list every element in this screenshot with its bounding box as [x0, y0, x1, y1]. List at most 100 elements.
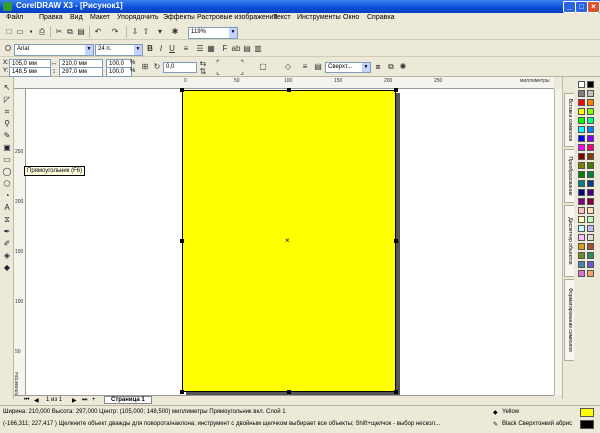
palette-swatch[interactable] [587, 243, 594, 250]
palette-swatch[interactable] [587, 180, 594, 187]
palette-swatch[interactable] [587, 216, 594, 223]
palette-swatch[interactable] [578, 135, 585, 142]
palette-swatch[interactable] [578, 162, 585, 169]
edit-text-icon[interactable]: ab [231, 44, 241, 54]
cut-icon[interactable]: ✂ [54, 27, 64, 37]
menu-help[interactable]: Справка [367, 14, 394, 21]
next-page-icon[interactable]: ▶ [72, 397, 77, 404]
palette-swatch[interactable] [587, 81, 594, 88]
menu-view[interactable]: Вид [70, 14, 83, 21]
redo-icon[interactable]: ↷ [110, 27, 120, 37]
convert-curves-icon[interactable]: ◇ [283, 62, 293, 72]
outline-tool-icon[interactable]: ✐ [2, 239, 12, 249]
palette-swatch[interactable] [587, 171, 594, 178]
vertical-text-icon[interactable]: ▥ [253, 44, 263, 54]
selection-handle[interactable] [287, 88, 291, 92]
outline-color-swatch[interactable] [580, 420, 594, 429]
horizontal-ruler[interactable]: 0 50 100 150 200 250 миллиметры [14, 77, 554, 89]
chevron-down-icon[interactable]: ▼ [229, 28, 237, 38]
app-launcher-icon[interactable]: ▾ [155, 27, 165, 37]
print-icon[interactable]: ⎙ [37, 27, 47, 37]
last-page-icon[interactable]: ⏭ [82, 397, 87, 404]
outline-width-icon[interactable]: ≡ [300, 62, 310, 72]
format-text-icon[interactable]: F [220, 44, 230, 54]
wrap-text-icon[interactable]: ▤ [313, 62, 323, 72]
copy-icon[interactable]: ⧉ [65, 27, 75, 37]
palette-swatch[interactable] [587, 261, 594, 268]
palette-swatch[interactable] [578, 180, 585, 187]
lock-ratio-icon[interactable]: ⊞ [140, 62, 150, 72]
mirror-vertical-icon[interactable]: ⇅ [198, 67, 208, 77]
palette-swatch[interactable] [587, 162, 594, 169]
rectangle-tool-icon[interactable]: ▭ [2, 155, 12, 165]
palette-swatch[interactable] [578, 117, 585, 124]
to-back-icon[interactable]: ⧉ [386, 62, 396, 72]
scale-height-field[interactable]: 100,0 [106, 67, 132, 77]
vertical-scrollbar[interactable] [554, 89, 562, 395]
zoom-level-select[interactable]: 119% ▼ [188, 27, 238, 39]
palette-swatch[interactable] [587, 207, 594, 214]
first-page-icon[interactable]: ⏮ [24, 397, 29, 404]
chevron-down-icon[interactable]: ▼ [134, 45, 142, 55]
close-button[interactable]: × [587, 1, 600, 13]
palette-swatch[interactable] [587, 90, 594, 97]
italic-icon[interactable]: I [156, 44, 166, 54]
palette-swatch[interactable] [578, 144, 585, 151]
align-icon[interactable]: ≡ [181, 44, 191, 54]
page-tab[interactable]: Страница 1 [104, 396, 152, 404]
palette-swatch[interactable] [587, 126, 594, 133]
vertical-ruler[interactable]: 250 200 150 100 50 миллиметры [14, 89, 26, 402]
menu-arrange[interactable]: Упорядочить [117, 14, 159, 21]
palette-swatch[interactable] [587, 225, 594, 232]
save-icon[interactable]: ▪ [26, 27, 36, 37]
menu-edit[interactable]: Правка [39, 14, 63, 21]
to-front-icon[interactable]: ⧈ [373, 62, 383, 72]
selection-handle[interactable] [287, 390, 291, 394]
palette-swatch[interactable] [578, 153, 585, 160]
palette-swatch[interactable] [578, 252, 585, 259]
export-icon[interactable]: ⇧ [141, 27, 151, 37]
selection-handle[interactable] [394, 390, 398, 394]
add-page-icon[interactable]: + [92, 397, 96, 403]
palette-swatch[interactable] [578, 108, 585, 115]
bold-icon[interactable]: B [145, 44, 155, 54]
y-position-field[interactable]: 148,5 мм [9, 67, 51, 77]
selection-handle[interactable] [394, 88, 398, 92]
palette-swatch[interactable] [578, 126, 585, 133]
palette-swatch[interactable] [587, 117, 594, 124]
polygon-tool-icon[interactable]: ⬠ [2, 179, 12, 189]
bullet-list-icon[interactable]: ☰ [195, 44, 205, 54]
menu-tools[interactable]: Инструменты [297, 14, 341, 21]
selection-handle[interactable] [180, 390, 184, 394]
palette-swatch[interactable] [587, 108, 594, 115]
chevron-down-icon[interactable]: ▼ [362, 63, 370, 72]
palette-swatch[interactable] [587, 153, 594, 160]
undo-icon[interactable]: ↶ [93, 27, 103, 37]
palette-swatch[interactable] [578, 99, 585, 106]
shape-tool-icon[interactable]: ◸ [2, 95, 12, 105]
palette-swatch[interactable] [578, 243, 585, 250]
import-icon[interactable]: ⇩ [130, 27, 140, 37]
fill-tool-icon[interactable]: ◈ [2, 251, 12, 261]
corner-bottom-left-icon[interactable]: ⌞ [213, 67, 223, 77]
menu-window[interactable]: Окно [343, 14, 359, 21]
interactive-fill-icon[interactable]: ◆ [2, 263, 12, 273]
ellipse-tool-icon[interactable]: ◯ [2, 167, 12, 177]
selection-handle[interactable] [394, 239, 398, 243]
menu-effects[interactable]: Эффекты [163, 14, 195, 21]
selection-handle[interactable] [180, 88, 184, 92]
basic-shapes-icon[interactable]: ◔ [2, 191, 12, 201]
palette-swatch[interactable] [587, 99, 594, 106]
palette-swatch[interactable] [578, 225, 585, 232]
crop-tool-icon[interactable]: ⌗ [2, 107, 12, 117]
paste-icon[interactable]: ▤ [76, 27, 86, 37]
font-size-select[interactable]: 24 п. ▼ [95, 44, 143, 56]
drop-cap-icon[interactable]: ▦ [206, 44, 216, 54]
palette-swatch[interactable] [587, 135, 594, 142]
outline-width-select[interactable]: Сверхт... ▼ [325, 62, 371, 73]
palette-swatch[interactable] [578, 207, 585, 214]
palette-swatch[interactable] [578, 189, 585, 196]
height-field[interactable]: 297,0 мм [59, 67, 103, 77]
horizontal-text-icon[interactable]: ▤ [242, 44, 252, 54]
palette-swatch[interactable] [578, 216, 585, 223]
